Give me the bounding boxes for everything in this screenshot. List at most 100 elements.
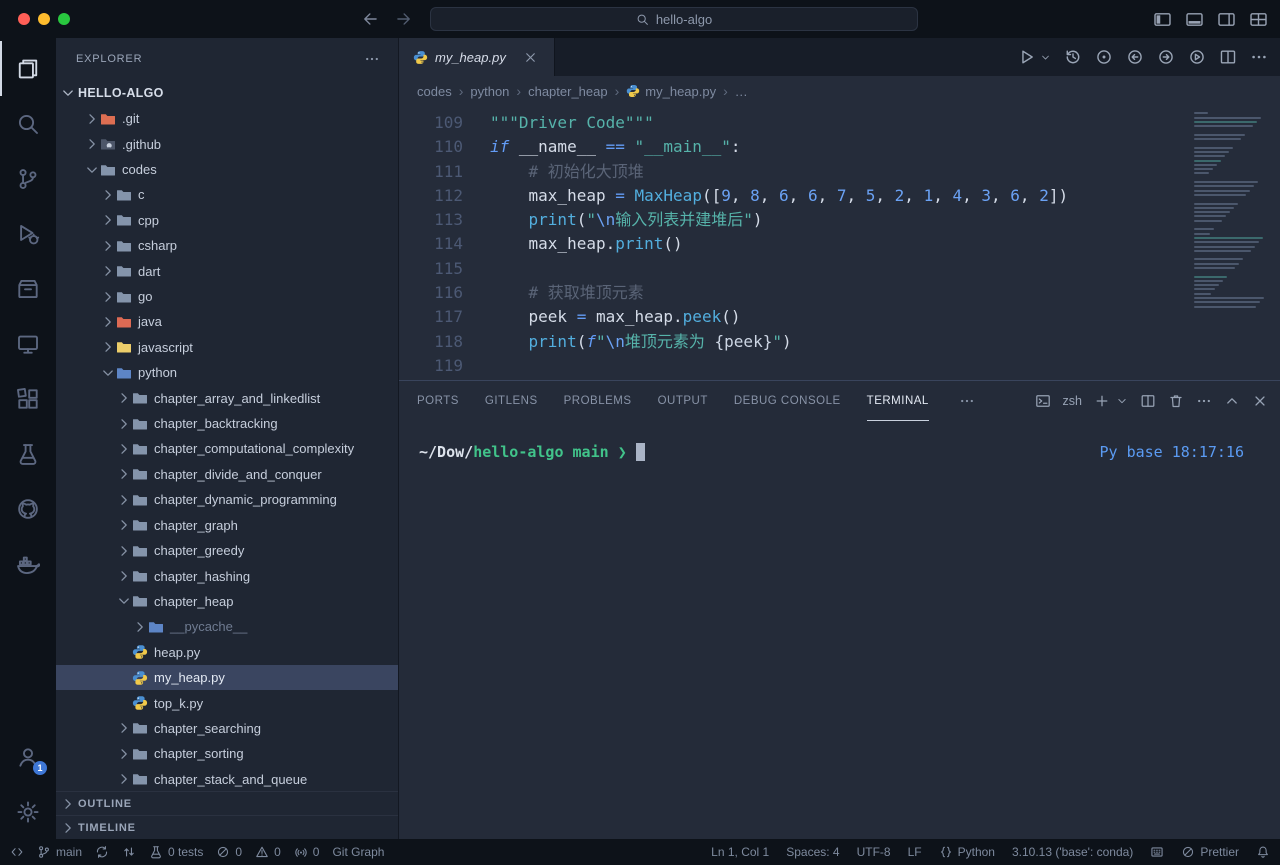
status-git-graph[interactable]: Git Graph [332,845,384,859]
tree-item-c[interactable]: c [56,182,398,207]
tree-item-chapter-sorting[interactable]: chapter_sorting [56,741,398,766]
breadcrumb-item[interactable]: codes [417,84,452,99]
panel-tab-terminal[interactable]: TERMINAL [867,381,929,421]
tree-item-chapter-stack-and-queue[interactable]: chapter_stack_and_queue [56,767,398,791]
tree-item-chapter-graph[interactable]: chapter_graph [56,513,398,538]
customize-layout-icon[interactable] [1249,10,1268,29]
status-test-results[interactable]: 0 tests [149,845,203,859]
zoom-window-button[interactable] [58,13,70,25]
shell-name[interactable]: zsh [1063,394,1082,408]
previous-change-icon[interactable] [1126,48,1144,66]
explorer-more-actions-icon[interactable] [364,51,380,67]
tree-item--git[interactable]: .git [56,106,398,131]
tree-item-chapter-greedy[interactable]: chapter_greedy [56,538,398,563]
status-python-interpreter[interactable]: 3.10.13 ('base': conda) [1012,845,1133,859]
activity-explorer[interactable] [0,41,56,96]
tree-item-chapter-heap[interactable]: chapter_heap [56,589,398,614]
more-actions-icon[interactable] [1250,48,1268,66]
tree-item-cpp[interactable]: cpp [56,208,398,233]
run-or-debug-icon[interactable] [1188,48,1206,66]
status-notifications[interactable] [1256,845,1270,859]
forward-arrow-icon[interactable] [394,10,412,28]
activity-search[interactable] [0,96,56,151]
split-terminal-icon[interactable] [1140,393,1156,409]
tree-item-chapter-backtracking[interactable]: chapter_backtracking [56,411,398,436]
tree-item-chapter-hashing[interactable]: chapter_hashing [56,563,398,588]
tree-item-csharp[interactable]: csharp [56,233,398,258]
tree-item-chapter-computational-complexity[interactable]: chapter_computational_complexity [56,436,398,461]
panel-tab-output[interactable]: OUTPUT [658,381,708,421]
kill-terminal-icon[interactable] [1168,393,1184,409]
activity-project-manager[interactable] [0,261,56,316]
status-remote-indicator[interactable] [10,845,24,859]
status-cursor-position[interactable]: Ln 1, Col 1 [711,845,769,859]
minimize-window-button[interactable] [38,13,50,25]
breadcrumb-item[interactable]: python [470,84,509,99]
terminal[interactable]: ~/Dow/hello-algo main ❯ Py base 18:17:16 [399,421,1280,461]
toggle-panel-icon[interactable] [1185,10,1204,29]
open-changes-icon[interactable] [1095,48,1113,66]
activity-github[interactable] [0,481,56,536]
tree-item-codes[interactable]: codes [56,157,398,182]
status-problems-errors[interactable]: 0 [216,845,242,859]
new-terminal-icon[interactable] [1094,393,1110,409]
breadcrumb-item[interactable]: chapter_heap [528,84,608,99]
panel-tab-gitlens[interactable]: GITLENS [485,381,538,421]
run-dropdown-icon[interactable] [1040,52,1051,63]
tree-item-chapter-divide-and-conquer[interactable]: chapter_divide_and_conquer [56,462,398,487]
panel-tab-ports[interactable]: PORTS [417,381,459,421]
launch-profile-icon[interactable] [1035,393,1051,409]
status-indentation[interactable]: Spaces: 4 [786,845,839,859]
activity-settings[interactable] [0,784,56,839]
breadcrumb-item[interactable]: my_heap.py [626,84,716,99]
tree-item-chapter-dynamic-programming[interactable]: chapter_dynamic_programming [56,487,398,512]
close-window-button[interactable] [18,13,30,25]
tab-my-heap-py[interactable]: my_heap.py [399,38,555,76]
activity-testing[interactable] [0,426,56,481]
tree-item-heap-py[interactable]: heap.py [56,640,398,665]
status-forwarded-ports[interactable]: 0 [294,845,320,859]
activity-source-control[interactable] [0,151,56,206]
command-center-search[interactable]: hello-algo [430,7,918,31]
activity-docker[interactable] [0,536,56,591]
tree-item-javascript[interactable]: javascript [56,335,398,360]
panel-more-actions-icon[interactable] [959,393,975,409]
activity-run-and-debug[interactable] [0,206,56,261]
outline-section[interactable]: OUTLINE [56,791,398,815]
split-editor-icon[interactable] [1219,48,1237,66]
tree-item-top-k-py[interactable]: top_k.py [56,690,398,715]
panel-tab-problems[interactable]: PROBLEMS [564,381,632,421]
activity-extensions[interactable] [0,371,56,426]
maximize-panel-icon[interactable] [1224,393,1240,409]
terminal-profile-dropdown-icon[interactable] [1116,395,1128,407]
tree-item-chapter-searching[interactable]: chapter_searching [56,716,398,741]
tree-item-java[interactable]: java [56,309,398,334]
status-extension-status[interactable] [1150,845,1164,859]
tree-item-my-heap-py[interactable]: my_heap.py [56,665,398,690]
close-panel-icon[interactable] [1252,393,1268,409]
tree-item-python[interactable]: python [56,360,398,385]
status-end-of-line[interactable]: LF [908,845,922,859]
run-python-file-icon[interactable] [1018,48,1036,66]
minimap[interactable] [1194,110,1272,338]
tree-root-hello-algo[interactable]: HELLO-ALGO [56,80,398,106]
timeline-history-icon[interactable] [1064,48,1082,66]
panel-tab-debug-console[interactable]: DEBUG CONSOLE [734,381,841,421]
tree-item-chapter-array-and-linkedlist[interactable]: chapter_array_and_linkedlist [56,385,398,410]
tree-item--github[interactable]: .github [56,131,398,156]
activity-accounts[interactable]: 1 [0,729,56,784]
next-change-icon[interactable] [1157,48,1175,66]
code-editor[interactable]: 109"""Driver Code"""110if __name__ == "_… [399,106,1280,380]
status-sync-changes[interactable] [95,845,109,859]
status-publish-compare[interactable] [122,845,136,859]
tree-item-dart[interactable]: dart [56,258,398,283]
back-arrow-icon[interactable] [362,10,380,28]
status-problems-warnings[interactable]: 0 [255,845,281,859]
timeline-section[interactable]: TIMELINE [56,815,398,839]
status-prettier-status[interactable]: Prettier [1181,845,1239,859]
activity-remote-explorer[interactable] [0,316,56,371]
status-branch-indicator[interactable]: main [37,845,82,859]
toggle-secondary-sidebar-icon[interactable] [1217,10,1236,29]
status-encoding[interactable]: UTF-8 [857,845,891,859]
status-language-mode[interactable]: Python [939,845,995,859]
